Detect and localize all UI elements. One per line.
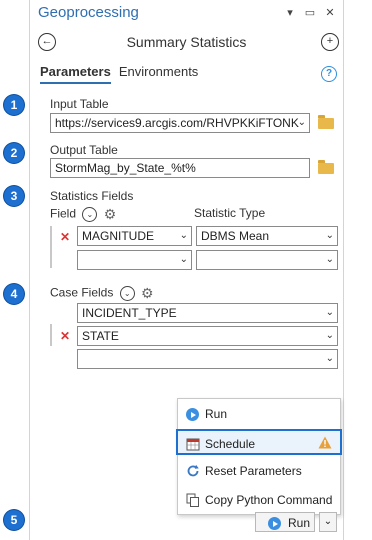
menu-item-reset-parameters[interactable]: Reset Parameters [178,458,340,484]
remove-row-icon[interactable]: ✕ [60,329,70,343]
menu-item-copy-python-command[interactable]: Copy Python Command [178,487,340,513]
reset-icon [186,464,200,478]
menu-item-label: Reset Parameters [205,464,302,478]
case-field-value: STATE [82,329,119,343]
menu-item-label: Schedule [205,437,256,451]
callout-4: 4 [4,284,24,304]
menu-item-label: Run [205,407,228,421]
run-button[interactable]: Run [255,512,315,532]
statistics-fields-label: Statistics Fields [50,189,134,203]
field-header: Field ⌄ ⚙ [50,206,116,223]
chevron-down-icon[interactable]: ⌄ [326,327,334,345]
warning-icon [318,436,332,452]
stat-type-dropdown[interactable]: DBMS Mean ⌄ [196,226,338,246]
callout-2: 2 [4,143,24,163]
case-field-dropdown[interactable]: INCIDENT_TYPE ⌄ [77,303,338,323]
browse-folder-icon[interactable] [318,115,334,129]
menu-item-run[interactable]: Run [178,401,340,427]
run-options-menu: Run Schedule Reset Parameters Copy Pytho… [176,398,342,515]
gear-icon[interactable]: ⚙ [141,285,154,302]
row-grip [50,226,52,268]
run-icon [186,407,200,422]
chevron-down-icon[interactable]: ⌄ [326,350,334,368]
close-icon[interactable]: ✕ [323,6,337,19]
stat-type-value: DBMS Mean [201,229,270,243]
stat-field-dropdown-empty[interactable]: ⌄ [77,250,192,270]
gear-icon[interactable]: ⚙ [104,206,117,223]
copy-icon [186,493,200,507]
titlebar-icons: ▾ ▭ ✕ [283,6,337,19]
chevron-down-icon[interactable]: ⌄ [119,286,135,301]
chevron-down-icon: ⌄ [323,516,333,527]
chevron-down-icon[interactable]: ⌄ [82,207,98,222]
chevron-down-icon[interactable]: ⌄ [326,251,334,269]
menu-item-schedule[interactable]: Schedule [176,429,342,455]
pin-icon[interactable]: ▭ [303,6,317,19]
chevron-down-icon[interactable]: ⌄ [298,114,306,132]
chevron-down-icon[interactable]: ⌄ [326,227,334,245]
run-dropdown-button[interactable]: ⌄ [319,512,337,532]
calendar-icon [186,437,200,451]
row-grip [50,324,52,346]
case-fields-header: Case Fields ⌄ ⚙ [50,285,154,302]
browse-folder-icon[interactable] [318,160,334,174]
dropdown-icon[interactable]: ▾ [283,6,297,19]
input-table-value: https://services9.arcgis.com/RHVPKKiFTON… [55,116,299,130]
chevron-down-icon[interactable]: ⌄ [180,251,188,269]
tab-environments[interactable]: Environments [119,64,198,84]
field-header-label: Field [50,206,77,221]
output-table-value: StormMag_by_State_%t% [55,161,196,175]
input-table-field[interactable]: https://services9.arcgis.com/RHVPKKiFTON… [50,113,310,133]
tab-bar: Parameters Environments [40,64,198,84]
help-icon[interactable]: ? [321,66,337,82]
chevron-down-icon[interactable]: ⌄ [326,304,334,322]
case-field-dropdown[interactable]: STATE ⌄ [77,326,338,346]
remove-row-icon[interactable]: ✕ [60,230,70,244]
callout-3: 3 [4,186,24,206]
stat-type-dropdown-empty[interactable]: ⌄ [196,250,338,270]
stat-field-dropdown[interactable]: MAGNITUDE ⌄ [77,226,192,246]
run-button-label: Run [288,516,311,530]
callout-5: 5 [4,510,24,530]
input-table-label: Input Table [50,97,109,111]
case-field-dropdown-empty[interactable]: ⌄ [77,349,338,369]
stat-field-value: MAGNITUDE [82,229,154,243]
tool-header: ← Summary Statistics + [30,28,343,58]
chevron-down-icon[interactable]: ⌄ [180,227,188,245]
menu-item-label: Copy Python Command [205,493,333,507]
statistic-type-header: Statistic Type [194,206,266,220]
add-icon[interactable]: + [321,33,339,51]
case-fields-label: Case Fields [50,285,114,300]
tool-title: Summary Statistics [126,34,247,50]
callout-1: 1 [4,95,24,115]
case-field-value: INCIDENT_TYPE [82,306,177,320]
output-table-field[interactable]: StormMag_by_State_%t% [50,158,310,178]
pane-titlebar: Geoprocessing ▾ ▭ ✕ [30,0,343,28]
pane-title: Geoprocessing [38,4,139,21]
tab-parameters[interactable]: Parameters [40,64,111,84]
run-icon [268,516,281,531]
output-table-label: Output Table [50,143,118,157]
